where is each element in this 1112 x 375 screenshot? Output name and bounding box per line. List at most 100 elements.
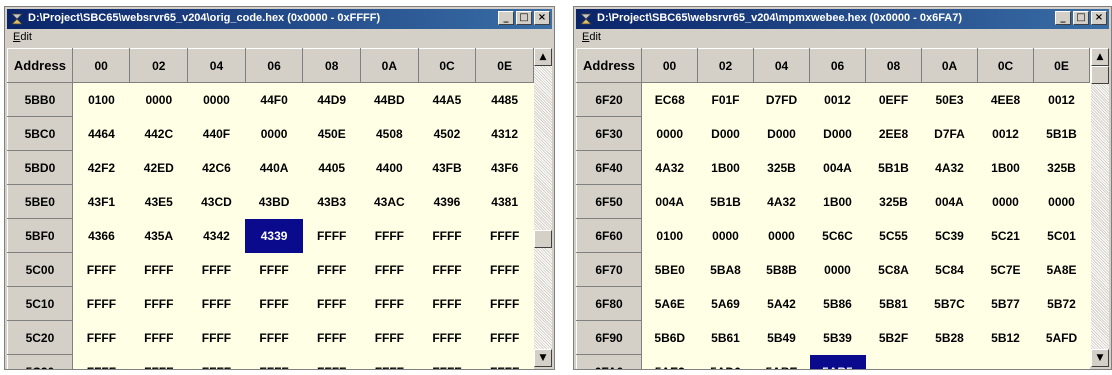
hex-cell[interactable]: 5AFD [1033,320,1090,355]
hex-cell[interactable]: 5B81 [865,286,922,321]
hex-cell[interactable]: 325B [1033,150,1090,185]
hex-cell[interactable]: FFFF [187,252,246,287]
hex-cell[interactable]: 5ABE [753,354,810,369]
hex-cell[interactable]: 44A5 [418,82,476,117]
row-address-header[interactable]: 5C00 [7,252,73,287]
row-address-header[interactable]: 5BF0 [7,218,73,253]
hex-cell[interactable]: 43E5 [129,184,188,219]
hex-cell[interactable]: FFFF [245,252,303,287]
hex-cell[interactable]: EC68 [641,82,698,117]
hex-cell[interactable]: 42ED [129,150,188,185]
hex-cell[interactable]: FFFF [187,354,246,369]
hex-cell[interactable]: 0000 [977,184,1034,219]
scroll-thumb[interactable] [1091,66,1109,84]
hex-cell[interactable]: 5B8B [753,252,810,287]
address-column-header[interactable]: Address [7,48,73,83]
hex-cell[interactable]: 5A42 [753,286,810,321]
hex-cell[interactable]: FFFF [360,218,419,253]
hex-cell[interactable]: FFFF [187,286,246,321]
hex-cell[interactable]: 004A [809,150,866,185]
hex-cell[interactable]: 4400 [360,150,419,185]
column-header-0c[interactable]: 0C [977,48,1034,83]
maximize-button[interactable]: □ [516,11,532,25]
hex-cell[interactable]: 1B00 [697,150,754,185]
hex-cell[interactable]: 325B [753,150,810,185]
hex-cell[interactable]: FFFF [187,320,246,355]
vertical-scrollbar[interactable]: ▲ ▼ [1091,48,1109,367]
scroll-up-button[interactable]: ▲ [534,48,552,66]
hex-cell[interactable]: 0012 [809,82,866,117]
hex-cell[interactable]: 44F0 [245,82,303,117]
scroll-thumb[interactable] [534,230,552,249]
hex-cell[interactable]: 4381 [475,184,534,219]
hex-cell[interactable]: 440F [187,116,246,151]
hex-cell[interactable]: 004A [921,184,978,219]
hex-cell[interactable]: 4485 [475,82,534,117]
row-address-header[interactable]: 6FA0 [576,354,642,369]
hex-cell[interactable]: FFFF [475,320,534,355]
column-header-00[interactable]: 00 [71,48,131,83]
hex-cell[interactable]: 43BD [245,184,303,219]
hex-cell[interactable]: 0000 [129,82,188,117]
row-address-header[interactable]: 5BE0 [7,184,73,219]
hex-cell[interactable]: 1B00 [809,184,866,219]
hex-cell[interactable]: 5B12 [977,320,1034,355]
close-button[interactable]: × [1091,11,1107,25]
hex-cell[interactable]: 43CD [187,184,246,219]
menu-edit[interactable]: Edit [13,31,32,43]
row-address-header[interactable]: 6F30 [576,116,642,151]
row-address-header[interactable]: 6F90 [576,320,642,355]
hex-cell[interactable]: 42C6 [187,150,246,185]
hex-cell[interactable]: 5B2F [865,320,922,355]
title-bar[interactable]: D:\Project\SBC65\websrvr65_v204\orig_cod… [7,9,552,29]
hex-cell[interactable] [921,354,978,369]
hex-cell[interactable]: FFFF [129,252,188,287]
hex-cell[interactable]: 5B77 [977,286,1034,321]
hex-cell[interactable]: FFFF [72,252,130,287]
hex-cell[interactable]: 5C39 [921,218,978,253]
hex-cell[interactable]: 44BD [360,82,419,117]
hex-cell[interactable]: 5C21 [977,218,1034,253]
hex-cell[interactable]: D000 [697,116,754,151]
row-address-header[interactable]: 5BD0 [7,150,73,185]
hex-cell[interactable]: 5AD6 [697,354,754,369]
hex-cell[interactable]: FFFF [475,218,534,253]
hex-cell[interactable]: 0000 [809,252,866,287]
close-button[interactable]: × [534,11,550,25]
hex-cell[interactable]: 0000 [697,218,754,253]
hex-cell[interactable]: 450E [302,116,361,151]
hex-cell[interactable]: 0000 [753,218,810,253]
column-header-06[interactable]: 06 [809,48,866,83]
hex-cell[interactable]: FFFF [129,354,188,369]
hex-cell[interactable]: 5AE2 [641,354,698,369]
hex-cell[interactable] [977,354,1034,369]
hex-cell[interactable]: FFFF [245,286,303,321]
hex-cell[interactable]: 435A [129,218,188,253]
hex-cell[interactable]: 440A [245,150,303,185]
hex-cell[interactable]: FFFF [245,354,303,369]
hex-cell[interactable]: FFFF [418,320,476,355]
column-header-02[interactable]: 02 [129,48,189,83]
hex-cell[interactable]: 0EFF [865,82,922,117]
hex-cell[interactable]: 42F2 [72,150,130,185]
row-address-header[interactable]: 5C20 [7,320,73,355]
hex-cell[interactable]: 4508 [360,116,419,151]
hex-cell[interactable]: 5B49 [753,320,810,355]
hex-cell[interactable]: 1B00 [977,150,1034,185]
row-address-header[interactable]: 6F50 [576,184,642,219]
hex-cell[interactable]: 4405 [302,150,361,185]
hex-cell[interactable]: 0000 [641,116,698,151]
row-address-header[interactable]: 5C30 [7,354,73,369]
hex-cell[interactable]: 43F6 [475,150,534,185]
hex-cell[interactable]: 5B7C [921,286,978,321]
vertical-scrollbar[interactable]: ▲ ▼ [534,48,552,367]
hex-cell[interactable] [1033,354,1090,369]
hex-cell[interactable]: FFFF [129,320,188,355]
hex-cell[interactable]: 442C [129,116,188,151]
hex-cell[interactable]: 4396 [418,184,476,219]
hex-cell[interactable]: 4312 [475,116,534,151]
hex-cell[interactable]: 4502 [418,116,476,151]
column-header-08[interactable]: 08 [302,48,362,83]
hex-cell[interactable]: 4EE8 [977,82,1034,117]
hex-cell[interactable]: 44D9 [302,82,361,117]
